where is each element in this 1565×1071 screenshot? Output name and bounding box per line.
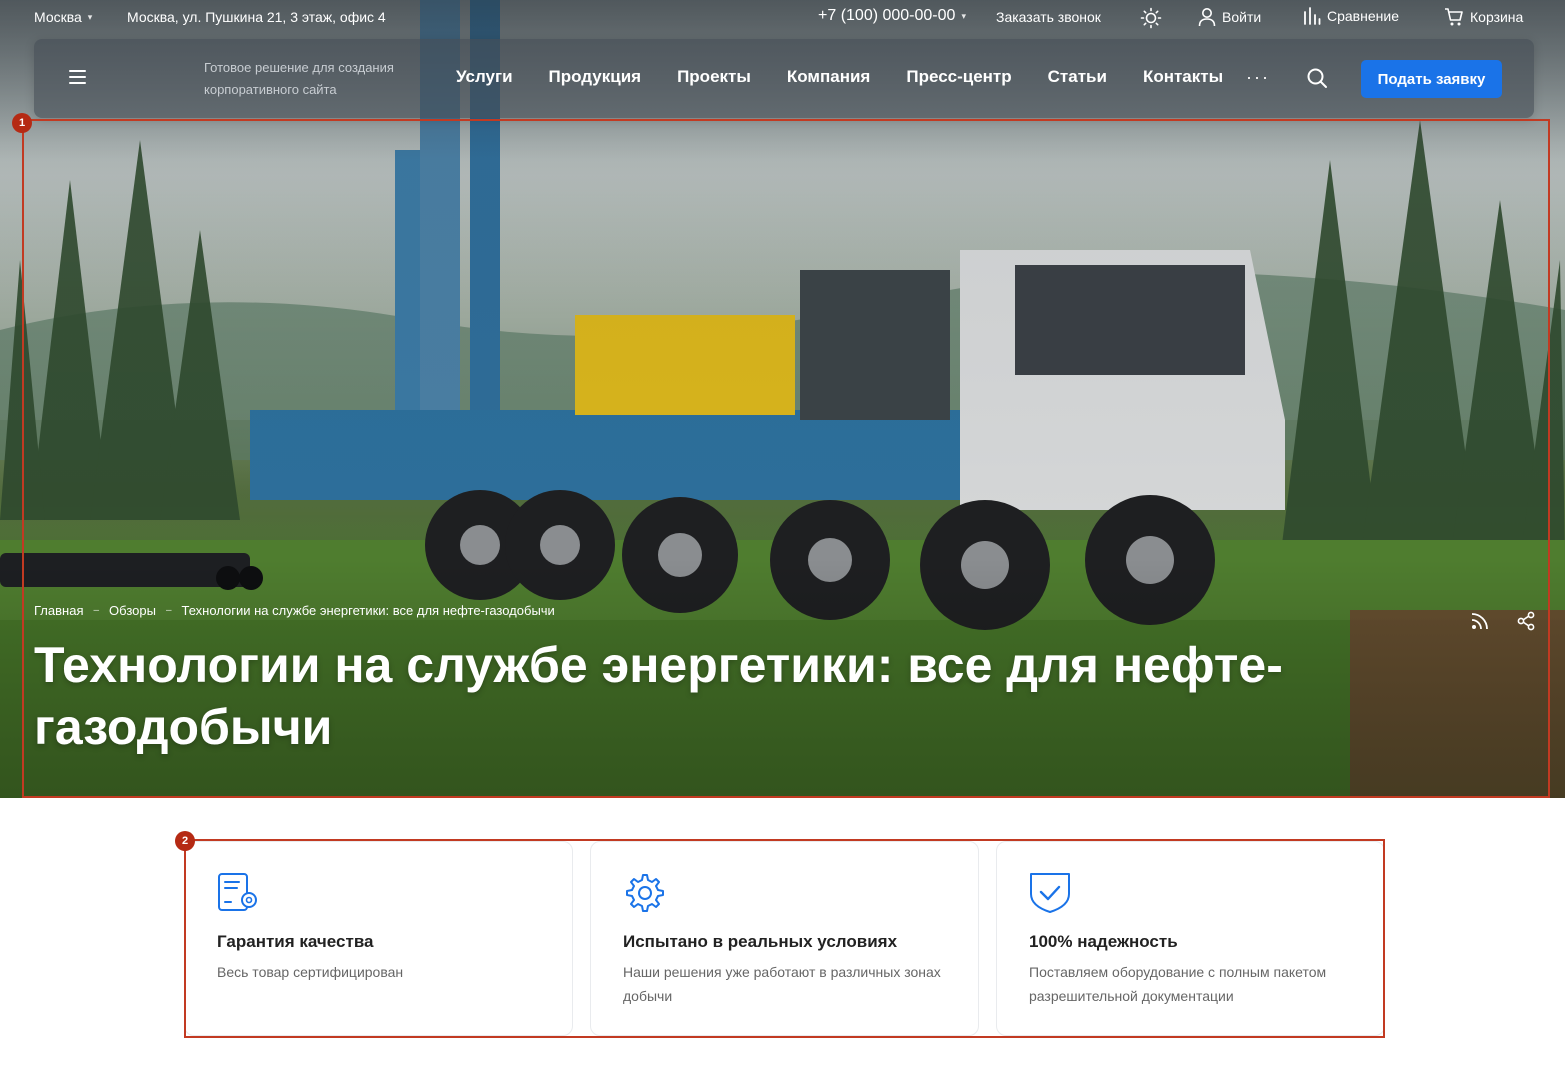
address-text: Москва, ул. Пушкина 21, 3 этаж, офис 4	[127, 9, 386, 25]
feature-title: 100% надежность	[1029, 932, 1178, 951]
nav-item-products[interactable]: Продукция	[549, 67, 642, 87]
nav-item-services[interactable]: Услуги	[456, 67, 513, 87]
cart-link[interactable]: Корзина	[1444, 7, 1523, 27]
hero-section: Москва ▾ Москва, ул. Пушкина 21, 3 этаж,…	[0, 0, 1565, 798]
site-tagline: Готовое решение для создания корпоративн…	[204, 60, 394, 97]
address-label: Москва, ул. Пушкина 21, 3 этаж, офис 4	[127, 9, 386, 25]
breadcrumb-reviews[interactable]: Обзоры	[109, 603, 156, 618]
certificate-icon	[218, 873, 257, 911]
breadcrumb-current: Технологии на службе энергетики: все для…	[181, 603, 555, 618]
feature-title: Испытано в реальных условиях	[623, 932, 898, 951]
caret-down-icon: ▾	[961, 10, 966, 21]
nav-item-company[interactable]: Компания	[787, 67, 870, 87]
nav-item-articles[interactable]: Статьи	[1048, 67, 1107, 87]
caret-down-icon: ▾	[87, 11, 93, 22]
rss-icon	[1471, 613, 1488, 630]
login-link[interactable]: Войти	[1198, 7, 1261, 27]
search-button[interactable]	[1306, 67, 1328, 94]
user-icon	[1198, 8, 1216, 27]
feature-card-quality: Гарантия качества Весь товар сертифициро…	[184, 841, 573, 1036]
main-nav: Готовое решение для создания корпоративн…	[34, 39, 1534, 118]
breadcrumb-separator: –	[165, 605, 172, 616]
compare-link[interactable]: Сравнение	[1303, 7, 1399, 25]
city-label: Москва	[34, 9, 82, 25]
cart-icon	[1445, 8, 1463, 26]
login-label: Войти	[1222, 9, 1262, 25]
nav-item-contacts[interactable]: Контакты	[1143, 67, 1223, 87]
breadcrumb-separator: –	[93, 605, 100, 616]
annotation-badge-1: 1	[12, 113, 32, 133]
nav-item-press[interactable]: Пресс-центр	[906, 67, 1011, 87]
more-icon[interactable]: ···	[1246, 67, 1270, 88]
callback-link[interactable]: Заказать звонок	[996, 9, 1101, 25]
theme-toggle[interactable]	[1140, 7, 1162, 29]
submit-request-button[interactable]: Подать заявку	[1361, 60, 1502, 98]
top-bar: Москва ▾ Москва, ул. Пушкина 21, 3 этаж,…	[0, 0, 1565, 36]
search-icon	[1307, 68, 1327, 88]
breadcrumb: Главная – Обзоры – Технологии на службе …	[34, 603, 555, 618]
page-title: Технологии на службе энергетики: все для…	[34, 637, 1283, 755]
annotation-badge-2: 2	[175, 831, 195, 851]
compare-label: Сравнение	[1327, 8, 1399, 24]
feature-text: Наши решения уже работают в различных зо…	[623, 964, 941, 1004]
nav-menu: Услуги Продукция Проекты Компания Пресс-…	[456, 67, 1223, 87]
nav-item-projects[interactable]: Проекты	[677, 67, 751, 87]
sun-icon	[1140, 7, 1162, 29]
feature-text: Поставляем оборудование с полным пакетом…	[1029, 964, 1327, 1004]
rss-button[interactable]	[1470, 611, 1490, 636]
city-selector[interactable]: Москва ▾	[34, 9, 92, 25]
feature-card-reliability: 100% надежность Поставляем оборудование …	[996, 841, 1385, 1036]
breadcrumb-home[interactable]: Главная	[34, 603, 83, 618]
feature-text: Весь товар сертифицирован	[217, 964, 404, 980]
callback-label: Заказать звонок	[996, 9, 1101, 25]
shield-check-icon	[1030, 873, 1070, 913]
feature-title: Гарантия качества	[217, 932, 374, 951]
phone-selector[interactable]: +7 (100) 000-00-00 ▾	[818, 7, 966, 25]
burger-menu-icon[interactable]	[69, 70, 86, 84]
phone-label: +7 (100) 000-00-00	[818, 7, 956, 24]
share-button[interactable]	[1516, 611, 1536, 636]
cart-label: Корзина	[1470, 9, 1524, 25]
gear-icon	[626, 874, 664, 912]
bar-chart-icon	[1304, 7, 1321, 25]
share-icon	[1517, 611, 1535, 631]
feature-card-tested: Испытано в реальных условиях Наши решени…	[590, 841, 979, 1036]
